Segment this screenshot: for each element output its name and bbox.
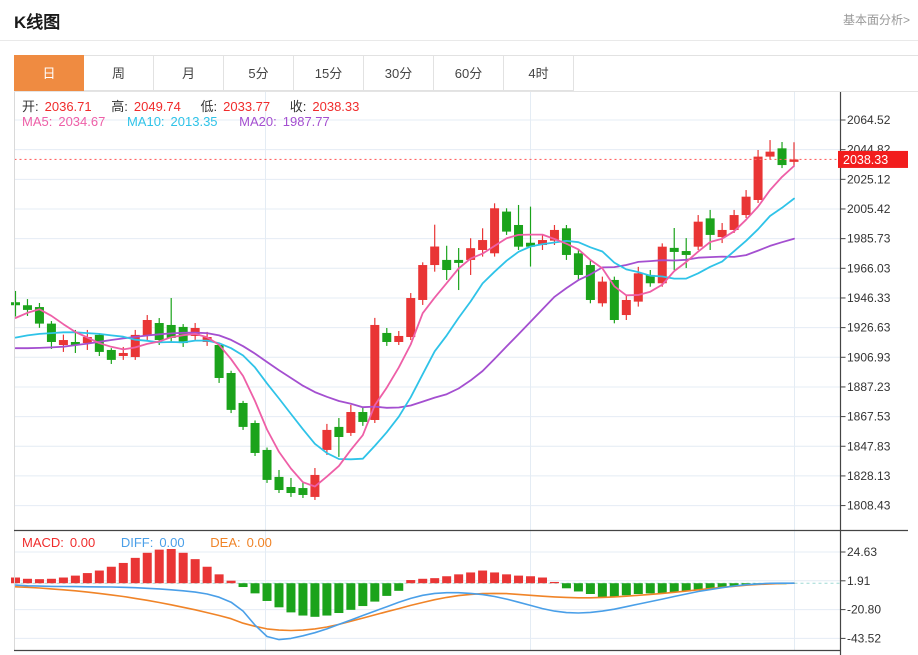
ma-legend: MA5: 2034.67 MA10: 2013.35 MA20: 1987.77 [22, 114, 336, 129]
ma5-line [16, 166, 795, 487]
y-axis-label: 1926.63 [847, 321, 891, 335]
y-axis-label: 2005.42 [847, 202, 891, 216]
dea-label: DEA: [210, 535, 240, 550]
ma10-line [16, 199, 795, 460]
open-label: 开: [22, 99, 39, 114]
y-axis-label: 1808.43 [847, 499, 891, 513]
low-label: 低: [201, 99, 218, 114]
y-axis-label: -20.80 [847, 603, 881, 617]
y-axis-label: 1.91 [847, 574, 871, 588]
y-axis-label: 2025.12 [847, 172, 891, 186]
ma10-value: 2013.35 [171, 114, 218, 129]
y-axis-label: 1847.83 [847, 439, 891, 453]
y-axis-label: -43.52 [847, 631, 881, 645]
ma20-line [16, 239, 795, 408]
y-axis-label: 1906.93 [847, 350, 891, 364]
y-axis: 2064.522044.822025.122005.421985.731966.… [841, 113, 891, 645]
y-axis-label: 1946.33 [847, 291, 891, 305]
close-value: 2038.33 [312, 99, 359, 114]
ohlc-legend: 开: 2036.71 高: 2049.74 低: 2033.77 收: 2038.33 [22, 96, 365, 115]
ma20-label: MA20: [239, 114, 277, 129]
y-axis-label: 24.63 [847, 545, 877, 559]
diff-label: DIFF: [121, 535, 154, 550]
y-axis-label: 2064.52 [847, 113, 891, 127]
ma20-value: 1987.77 [283, 114, 330, 129]
y-axis-label: 1828.13 [847, 469, 891, 483]
y-axis-label: 1887.23 [847, 380, 891, 394]
ma10-label: MA10: [127, 114, 165, 129]
macd-label: MACD: [22, 535, 64, 550]
low-value: 2033.77 [223, 99, 270, 114]
y-axis-label: 1985.73 [847, 232, 891, 246]
last-price-badge-text: 2038.33 [843, 153, 888, 167]
high-label: 高: [111, 99, 128, 114]
macd-legend: MACD: 0.00 DIFF: 0.00 DEA: 0.00 [22, 535, 278, 550]
last-price-badge: 2038.33 [838, 151, 908, 168]
y-axis-label: 1966.03 [847, 261, 891, 275]
dea-value: 0.00 [247, 535, 272, 550]
macd-value: 0.00 [70, 535, 95, 550]
open-value: 2036.71 [45, 99, 92, 114]
diff-value: 0.00 [159, 535, 184, 550]
ma5-value: 2034.67 [58, 114, 105, 129]
close-label: 收: [290, 99, 307, 114]
kline-module: K线图 基本面分析> 日周月5分15分30分60分4时 2064.522044.… [0, 0, 918, 655]
y-axis-label: 1867.53 [847, 410, 891, 424]
high-value: 2049.74 [134, 99, 181, 114]
ma5-label: MA5: [22, 114, 52, 129]
